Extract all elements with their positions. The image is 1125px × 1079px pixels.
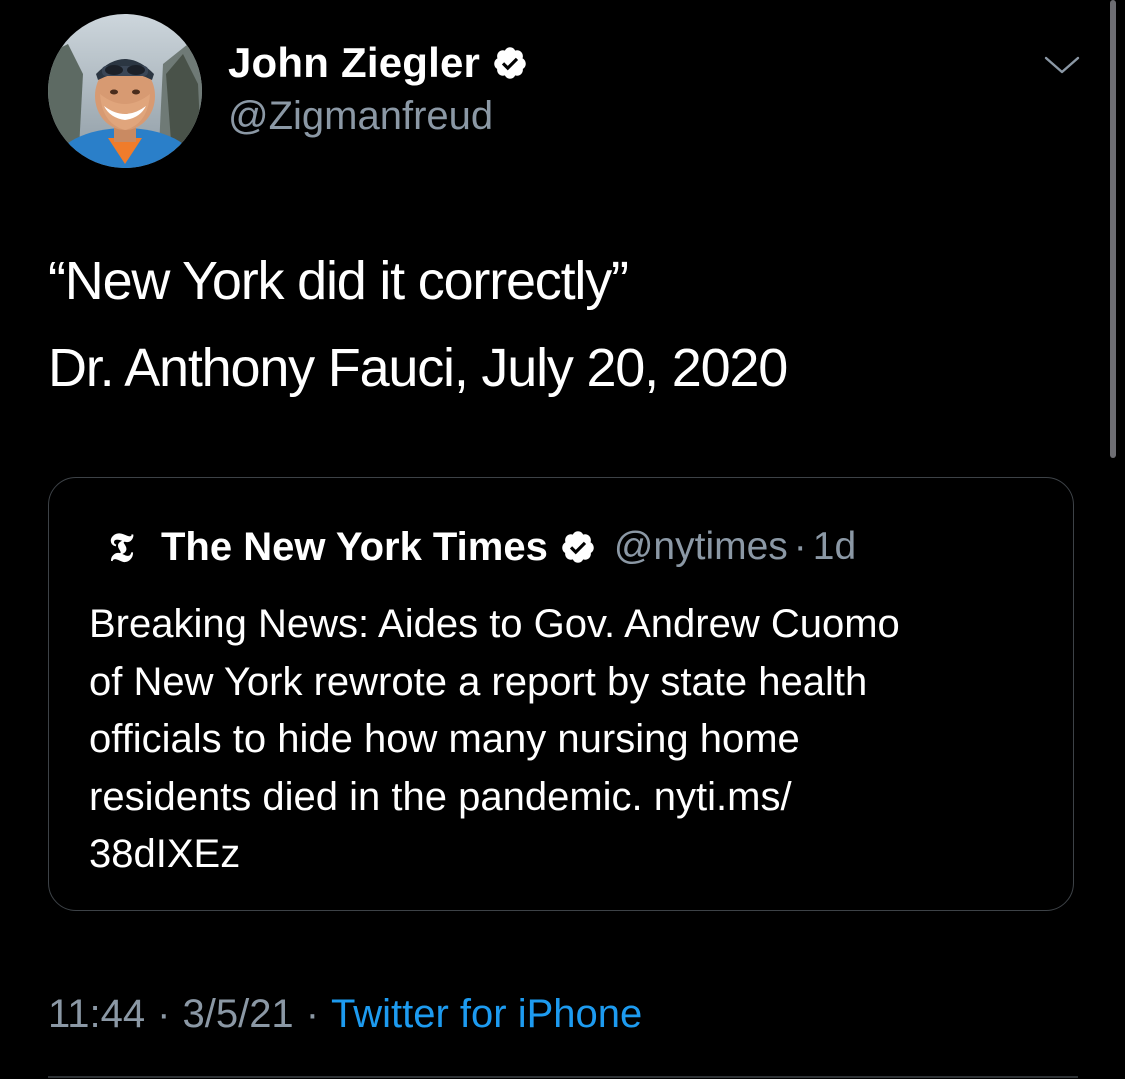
quoted-tweet-body: Breaking News: Aides to Gov. Andrew Cuom…: [89, 596, 1049, 884]
quoted-body-line: of New York rewrote a report by state he…: [89, 659, 868, 704]
quoted-tweet-header: 𝕿 The New York Times @nytimes · 1d: [103, 520, 856, 574]
author-display-name[interactable]: John Ziegler: [228, 39, 480, 87]
display-name-row: John Ziegler: [228, 34, 528, 92]
quoted-body-line: 38dIXEz: [89, 832, 241, 876]
chevron-down-icon[interactable]: [1042, 50, 1082, 80]
quoted-tweet[interactable]: 𝕿 The New York Times @nytimes · 1d Break…: [48, 477, 1074, 911]
tweet-source-link[interactable]: Twitter for iPhone: [331, 992, 642, 1037]
scrollbar[interactable]: [1110, 0, 1116, 458]
nyt-logo-icon: 𝕿: [108, 523, 134, 571]
separator-dot: ·: [305, 991, 320, 1036]
tweet-text-line: “New York did it correctly”: [48, 251, 629, 311]
avatar[interactable]: [48, 14, 202, 168]
tweet-date: 3/5/21: [182, 991, 294, 1036]
quoted-body-line: Breaking News: Aides to Gov. Andrew Cuom…: [89, 602, 900, 646]
tweet-metadata: 11:44 · 3/5/21 · Twitter for iPhone: [48, 984, 642, 1044]
tweet-time: 11:44: [48, 991, 146, 1036]
tweet-text: “New York did it correctly” Dr. Anthony …: [48, 238, 1078, 412]
quoted-body-line: officials to hide how many nursing home: [89, 717, 800, 761]
tweet-detail: John Ziegler @Zigmanfreud “New York did …: [0, 0, 1125, 1079]
author-info[interactable]: John Ziegler @Zigmanfreud: [228, 34, 528, 139]
author-handle[interactable]: @Zigmanfreud: [228, 94, 528, 139]
verified-badge-icon: [494, 47, 526, 79]
quoted-body-line: residents died in the pandemic. nyti.ms/: [89, 774, 792, 819]
tweet-text-line: Dr. Anthony Fauci, July 20, 2020: [48, 338, 788, 398]
avatar-photo: [48, 14, 202, 168]
quoted-timestamp: 1d: [812, 525, 857, 568]
divider: [48, 1076, 1078, 1078]
quoted-display-name: The New York Times: [161, 524, 548, 569]
verified-badge-icon: [562, 531, 594, 563]
separator-dot: ·: [157, 991, 171, 1036]
separator-dot: ·: [793, 525, 807, 568]
quoted-handle: @nytimes: [613, 525, 788, 568]
